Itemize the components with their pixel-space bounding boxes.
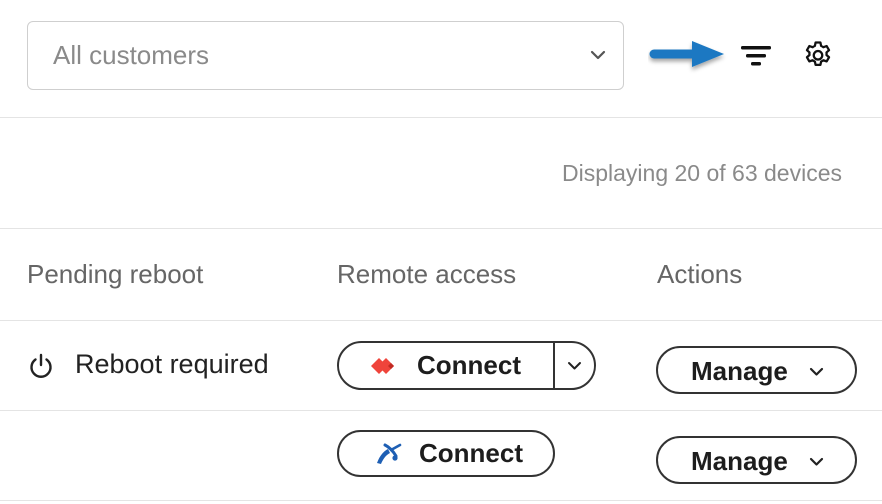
pointer-arrow-icon (649, 41, 724, 67)
power-icon (30, 353, 52, 378)
connect-options-button[interactable] (555, 343, 594, 388)
chevron-down-icon (568, 362, 581, 370)
header-bottom-divider (0, 320, 882, 321)
filter-icon[interactable] (738, 40, 774, 72)
header-top-divider (0, 228, 882, 229)
anydesk-icon (371, 358, 394, 374)
manage-label: Manage (691, 356, 788, 386)
pending-reboot-status: Reboot required (75, 349, 269, 379)
customer-select[interactable]: All customers (27, 21, 624, 90)
connect-button[interactable]: Connect (337, 430, 555, 477)
row-divider (0, 500, 882, 501)
column-header-actions: Actions (657, 259, 743, 289)
splashtop-icon (377, 443, 402, 464)
column-header-pending-reboot: Pending reboot (27, 259, 204, 289)
manage-button[interactable]: Manage (656, 436, 857, 484)
row-divider (0, 410, 882, 411)
chevron-down-icon (809, 457, 824, 466)
gear-icon[interactable] (801, 39, 835, 73)
manage-label: Manage (691, 446, 788, 476)
remote-connect-split-button: Connect (337, 341, 596, 390)
device-count-text: Displaying 20 of 63 devices (562, 160, 842, 186)
chevron-down-icon (809, 367, 824, 376)
connect-button[interactable]: Connect (339, 343, 555, 388)
connect-label: Connect (417, 350, 521, 380)
connect-label: Connect (419, 438, 523, 468)
column-header-remote-access: Remote access (337, 259, 517, 289)
toolbar-divider (0, 117, 882, 118)
manage-button[interactable]: Manage (656, 346, 857, 394)
customer-select-value: All customers (53, 40, 210, 70)
chevron-down-icon (590, 50, 606, 60)
